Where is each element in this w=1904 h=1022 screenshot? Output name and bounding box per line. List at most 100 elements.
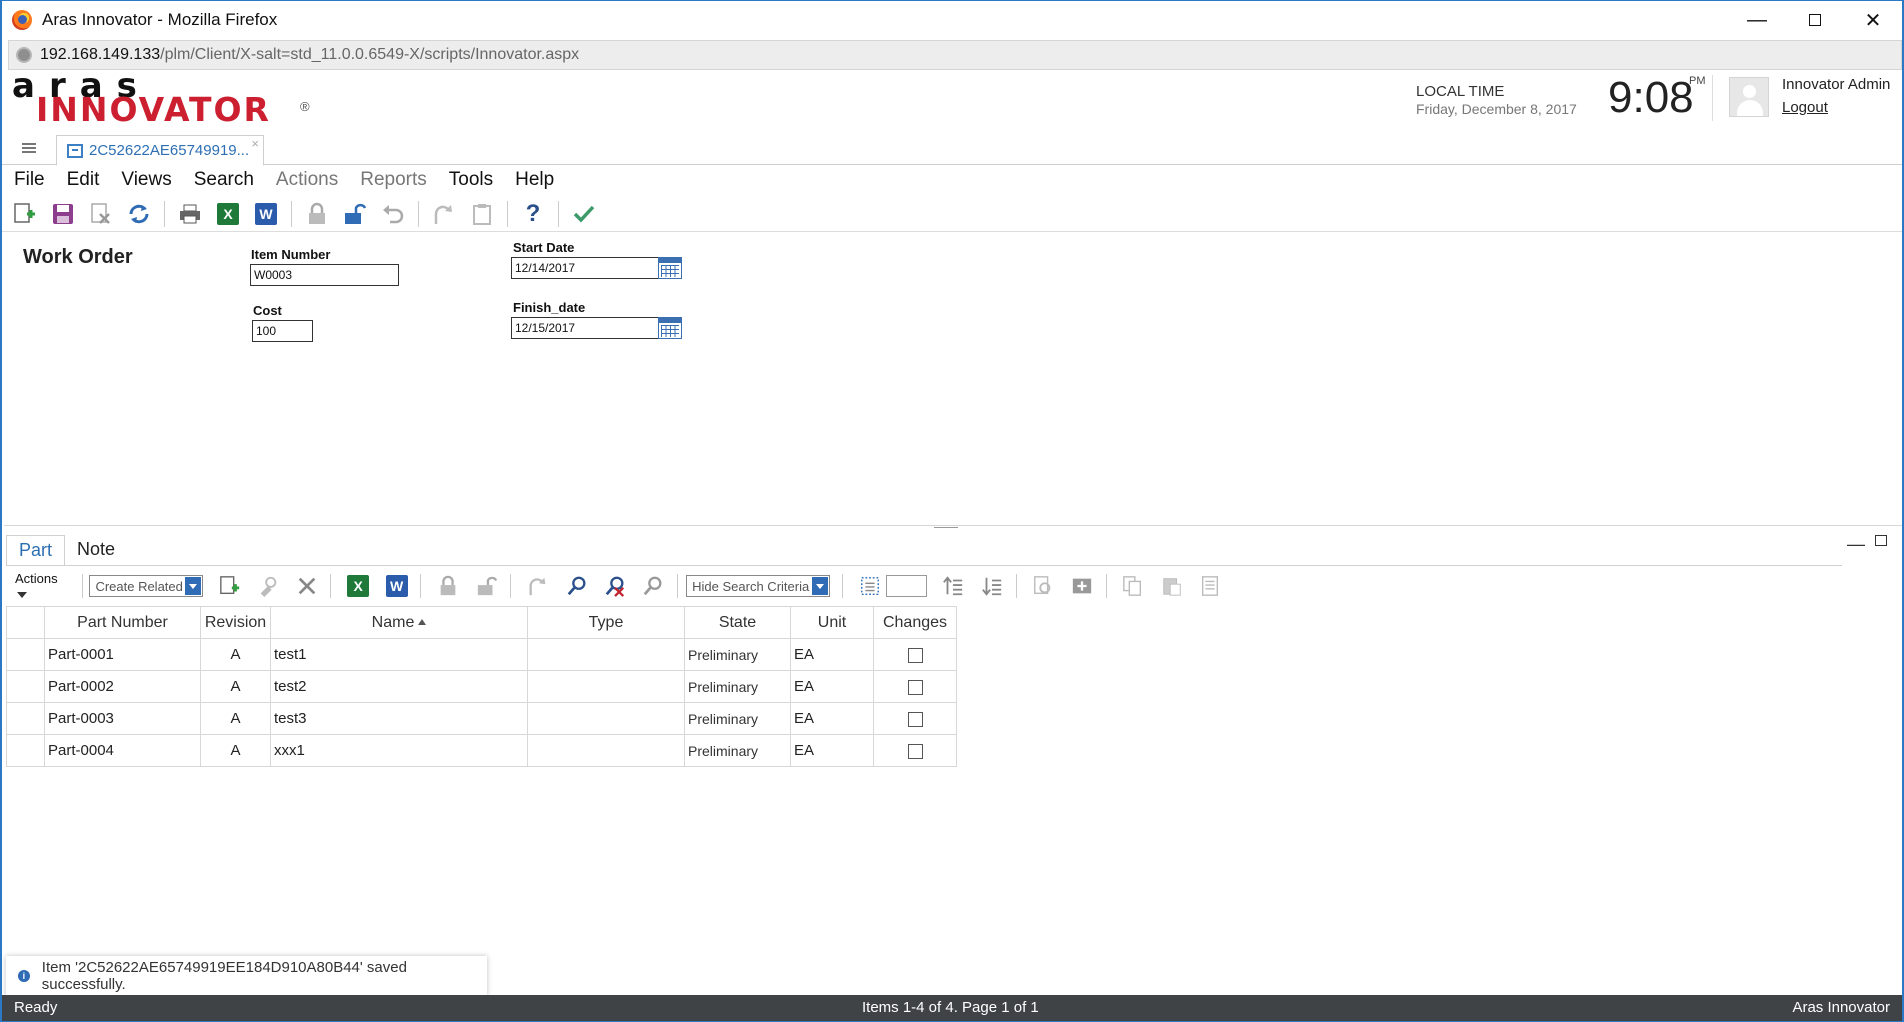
item-number-field[interactable]: W0003 [250,264,399,286]
minimize-button[interactable]: — [1728,1,1786,39]
paste-special-icon[interactable] [1198,574,1221,598]
menu-views[interactable]: Views [109,169,181,191]
hamburger-menu-icon[interactable] [22,143,36,153]
cell-type[interactable] [527,734,685,767]
menu-search[interactable]: Search [182,169,264,191]
lock-icon[interactable] [304,201,330,227]
row-selector[interactable] [6,670,45,703]
menu-help[interactable]: Help [503,169,564,191]
cell-unit[interactable]: EA [790,638,874,671]
column-header-name[interactable]: Name [270,606,528,639]
cell-part-number[interactable]: Part-0002 [44,670,201,703]
cell-revision[interactable]: A [200,734,271,767]
cell-state[interactable]: Preliminary [684,638,791,671]
tab-part[interactable]: Part [6,535,66,565]
changes-checkbox[interactable] [907,647,923,663]
cost-field[interactable]: 100 [252,320,313,342]
menu-actions[interactable]: Actions [264,169,348,191]
done-checkmark-icon[interactable] [571,201,597,227]
finish-date-calendar-icon[interactable] [658,317,682,339]
search-icon[interactable] [565,574,588,598]
save-icon[interactable] [50,201,76,227]
user-avatar-icon[interactable] [1729,77,1769,117]
cell-unit[interactable]: EA [790,734,874,767]
cell-revision[interactable]: A [200,670,271,703]
export-word-icon[interactable]: W [253,201,279,227]
print-icon[interactable] [177,201,203,227]
cell-type[interactable] [527,702,685,735]
pick-related-icon[interactable] [257,574,280,598]
lock-icon[interactable] [436,574,459,598]
column-header-unit[interactable]: Unit [790,606,874,639]
delete-item-icon[interactable] [88,201,114,227]
new-item-icon[interactable] [12,201,38,227]
row-selector[interactable] [6,638,45,671]
column-header-changes[interactable]: Changes [873,606,957,639]
actions-dropdown[interactable]: Actions [15,571,68,601]
undo-icon[interactable] [380,201,406,227]
clear-search-icon[interactable] [603,574,626,598]
cell-part-number[interactable]: Part-0003 [44,702,201,735]
hide-search-criteria-select[interactable]: Hide Search Criteria [686,575,831,597]
help-icon[interactable]: ? [520,200,546,227]
changes-checkbox[interactable] [907,743,923,759]
row-selector[interactable] [6,702,45,735]
cell-revision[interactable]: A [200,638,271,671]
changes-checkbox[interactable] [907,679,923,695]
select-all-icon[interactable] [858,574,881,598]
column-header-part-number[interactable]: Part Number [44,606,201,639]
unlock-icon[interactable] [342,201,368,227]
export-word-icon[interactable]: W [385,574,408,598]
start-date-field[interactable]: 12/14/2017 [511,257,660,279]
save-notification[interactable]: i Item '2C52622AE65749919EE184D910A80B44… [6,956,487,996]
sort-ascending-icon[interactable] [942,574,965,598]
column-header-state[interactable]: State [684,606,791,639]
create-related-select[interactable]: Create Related [89,575,204,597]
start-date-calendar-icon[interactable] [658,257,682,279]
page-size-input[interactable] [885,575,927,597]
cell-part-number[interactable]: Part-0004 [44,734,201,767]
address-bar[interactable]: 192.168.149.133/plm/Client/X-salt=std_11… [8,40,1902,70]
cell-name[interactable]: xxx1 [270,734,528,767]
document-tab[interactable]: 2C52622AE65749919... × [56,135,264,166]
cell-name[interactable]: test1 [270,638,528,671]
table-row[interactable]: Part-0002 A test2 Preliminary EA [6,670,957,703]
cell-part-number[interactable]: Part-0001 [44,638,201,671]
menu-edit[interactable]: Edit [55,169,110,191]
search-options-icon[interactable] [642,574,665,598]
finish-date-field[interactable]: 12/15/2017 [511,317,660,339]
unlock-icon[interactable] [475,574,498,598]
column-header-type[interactable]: Type [527,606,685,639]
table-row[interactable]: Part-0001 A test1 Preliminary EA [6,638,957,671]
cell-name[interactable]: test2 [270,670,528,703]
paste-icon[interactable] [1160,574,1183,598]
export-excel-icon[interactable]: X [346,574,370,598]
row-selector[interactable] [6,734,45,767]
cell-type[interactable] [527,638,685,671]
tab-note[interactable]: Note [65,535,127,565]
table-row[interactable]: Part-0004 A xxx1 Preliminary EA [6,734,957,767]
menu-tools[interactable]: Tools [437,169,503,191]
cell-state[interactable]: Preliminary [684,702,791,735]
remove-relationship-icon[interactable] [295,574,318,598]
cell-state[interactable]: Preliminary [684,734,791,767]
export-excel-icon[interactable]: X [215,201,241,227]
site-info-icon[interactable] [16,47,32,63]
clipboard-icon[interactable] [469,201,495,227]
logout-link[interactable]: Logout [1782,99,1828,116]
sort-descending-icon[interactable] [980,574,1003,598]
maximize-button[interactable] [1786,1,1844,39]
splitter-grip-icon[interactable] [934,527,958,528]
promote-icon[interactable] [431,201,457,227]
insert-row-icon[interactable] [1070,574,1093,598]
minimize-panel-icon[interactable]: — [1847,534,1865,555]
copy-icon[interactable] [1122,574,1145,598]
cell-unit[interactable]: EA [790,702,874,735]
table-row[interactable]: Part-0003 A test3 Preliminary EA [6,702,957,735]
refresh-icon[interactable] [126,201,152,227]
menu-file[interactable]: File [2,169,55,191]
close-window-button[interactable]: ✕ [1844,1,1902,39]
cell-unit[interactable]: EA [790,670,874,703]
menu-reports[interactable]: Reports [348,169,437,191]
close-tab-icon[interactable]: × [251,136,259,151]
